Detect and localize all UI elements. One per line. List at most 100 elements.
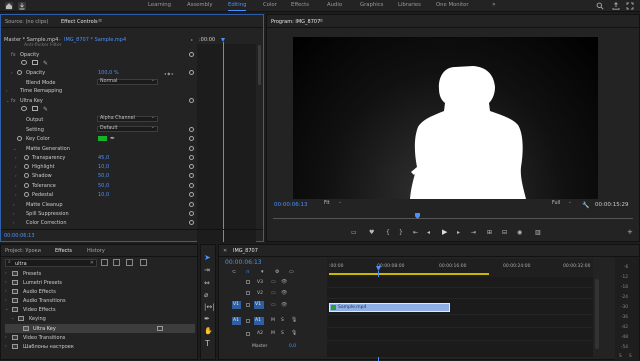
stopwatch-icon[interactable] <box>24 192 29 197</box>
overwrite-icon[interactable]: ⊟ <box>502 229 507 236</box>
source-patch-a1[interactable]: A1 <box>232 317 241 325</box>
reset-icon[interactable] <box>189 192 194 197</box>
workspace-tab-editing[interactable]: Editing <box>228 2 247 11</box>
lock-icon[interactable] <box>246 332 250 336</box>
track-label[interactable]: V3 <box>257 280 263 285</box>
output-select[interactable]: Alpha Channel <box>97 115 158 122</box>
opacity-group-label[interactable]: Opacity <box>20 53 39 58</box>
yuv-effects-icon[interactable] <box>126 259 133 266</box>
mic-icon[interactable]: 🎙 <box>291 330 297 336</box>
lock-icon[interactable] <box>246 280 250 284</box>
tree-item-audio-transitions[interactable]: › Audio Transitions <box>5 297 195 305</box>
key-color-swatch[interactable] <box>98 136 107 141</box>
selection-tool-icon[interactable]: ➤ <box>204 253 211 262</box>
eyedropper-icon[interactable]: ✒ <box>110 135 115 142</box>
track-target-v1[interactable]: V1 <box>254 301 264 309</box>
mute-button[interactable]: M <box>271 331 275 336</box>
type-tool-icon[interactable]: T <box>205 339 210 348</box>
shadow-value[interactable]: 50,0 <box>98 174 109 179</box>
timeline-ruler[interactable]: :00:00 00:00:08:00 00:00:16:00 00:00:24:… <box>327 259 593 277</box>
new-bin-icon[interactable] <box>140 259 147 266</box>
matte-cleanup-label[interactable]: Matte Cleanup <box>26 203 63 208</box>
tab-effect-controls[interactable]: Effect Controls <box>60 19 99 28</box>
sequence-tab[interactable]: IMG_8707 <box>232 248 259 257</box>
stopwatch-icon[interactable] <box>24 164 29 169</box>
color-correction-label[interactable]: Color Correction <box>26 221 67 226</box>
fullscreen-icon[interactable] <box>626 2 634 10</box>
tree-item-keying[interactable]: ⌄ Keying <box>11 315 195 323</box>
highlight-value[interactable]: 10,0 <box>98 165 109 170</box>
reset-icon[interactable] <box>189 155 194 160</box>
home-icon[interactable] <box>5 2 13 10</box>
tab-source[interactable]: Source: (no clips) <box>5 19 48 25</box>
sync-lock-icon[interactable]: ▭ <box>271 290 276 296</box>
timeline-scrollbar[interactable] <box>595 279 599 349</box>
track-select-tool-icon[interactable]: ⇥ <box>204 266 210 274</box>
add-marker-icon[interactable]: ▭ <box>351 229 357 236</box>
tree-item-presets[interactable]: › Presets <box>5 270 195 278</box>
eye-icon[interactable]: 👁 <box>281 302 287 308</box>
tab-project[interactable]: Project: Уроки <box>5 248 41 254</box>
wrench-icon[interactable]: 🔧 <box>582 202 589 209</box>
tolerance-value[interactable]: 50,0 <box>98 184 109 189</box>
source-patch-v1[interactable]: V1 <box>232 301 241 309</box>
workspace-tab-one-monitor[interactable]: One Monitor <box>436 2 469 8</box>
reset-icon[interactable] <box>189 173 194 178</box>
settings-icon[interactable]: ⚙ <box>275 269 279 275</box>
master-volume[interactable]: 0,0 <box>289 344 296 349</box>
step-back-frame-icon[interactable]: ◂ <box>427 229 430 236</box>
blend-mode-select[interactable]: Normal <box>97 78 158 85</box>
go-to-out-icon[interactable]: ⇥ <box>471 229 476 236</box>
program-timecode[interactable]: 00:00:06:13 <box>274 202 308 209</box>
sequence-clip-label[interactable]: IMG_8707 * Sample.mp4 <box>64 38 126 43</box>
lock-icon[interactable] <box>246 303 250 307</box>
tracks-area[interactable]: Sample.mp4 <box>327 277 593 357</box>
work-area-bar[interactable] <box>329 273 489 275</box>
tab-effects[interactable]: Effects <box>54 248 73 257</box>
workspace-tab-audio[interactable]: Audio <box>327 2 342 8</box>
track-target-a1[interactable]: A1 <box>254 317 264 325</box>
workspace-tab-learning[interactable]: Learning <box>148 2 171 8</box>
matte-generation-label[interactable]: Matte Generation <box>26 147 70 152</box>
workspace-tab-effects[interactable]: Effects <box>291 2 309 8</box>
clear-search-icon[interactable]: ✕ <box>90 260 94 266</box>
ripple-edit-tool-icon[interactable]: ⇔ <box>204 279 210 287</box>
reset-icon[interactable] <box>189 220 194 225</box>
lock-icon[interactable] <box>246 291 250 295</box>
reset-icon[interactable] <box>189 52 194 57</box>
quick-export-icon[interactable] <box>612 2 620 10</box>
search-icon[interactable] <box>596 2 604 10</box>
timeline-timecode[interactable]: 00:00:06:13 <box>225 260 262 266</box>
mini-scrollbar[interactable] <box>258 45 261 85</box>
solo-button[interactable]: S <box>281 318 284 323</box>
stopwatch-icon[interactable] <box>24 155 29 160</box>
setting-select[interactable]: Default <box>97 125 158 132</box>
tab-history[interactable]: History <box>87 248 105 254</box>
reset-icon[interactable] <box>189 211 194 216</box>
eye-icon[interactable]: 👁 <box>281 279 287 285</box>
tree-item-lumetri-presets[interactable]: › Lumetri Presets <box>5 279 195 287</box>
more-workspaces-button[interactable]: » <box>492 1 496 8</box>
workspace-tab-libraries[interactable]: Libraries <box>398 2 421 8</box>
rect-mask-icon[interactable] <box>32 106 38 111</box>
program-monitor-title[interactable]: Program: IMG_8707 <box>269 19 322 28</box>
lock-icon[interactable] <box>246 319 250 323</box>
tree-item-audio-effects[interactable]: › Audio Effects <box>5 288 195 296</box>
reset-icon[interactable] <box>189 164 194 169</box>
time-remapping-label[interactable]: Time Remapping <box>20 89 62 94</box>
stopwatch-icon[interactable] <box>17 70 22 75</box>
program-scrub-bar[interactable] <box>273 218 633 219</box>
mute-button[interactable]: M <box>271 318 275 323</box>
captions-icon[interactable]: ▭ <box>289 269 294 275</box>
tree-item-ultra-key[interactable]: Ultra Key <box>5 324 195 333</box>
step-forward-frame-icon[interactable]: ▸ <box>457 229 460 236</box>
compare-icon[interactable]: ▥ <box>535 229 541 236</box>
tree-item-video-transitions[interactable]: › Video Transitions <box>5 334 195 342</box>
program-video-frame[interactable] <box>293 37 598 199</box>
pedestal-value[interactable]: 10,0 <box>98 193 109 198</box>
workspace-tab-color[interactable]: Color <box>263 2 277 8</box>
program-menu-icon[interactable]: ≡ <box>319 18 323 24</box>
fit-select[interactable]: Fit <box>322 200 344 208</box>
workspace-tab-assembly[interactable]: Assembly <box>187 2 213 8</box>
solo-button[interactable]: S <box>281 331 284 336</box>
